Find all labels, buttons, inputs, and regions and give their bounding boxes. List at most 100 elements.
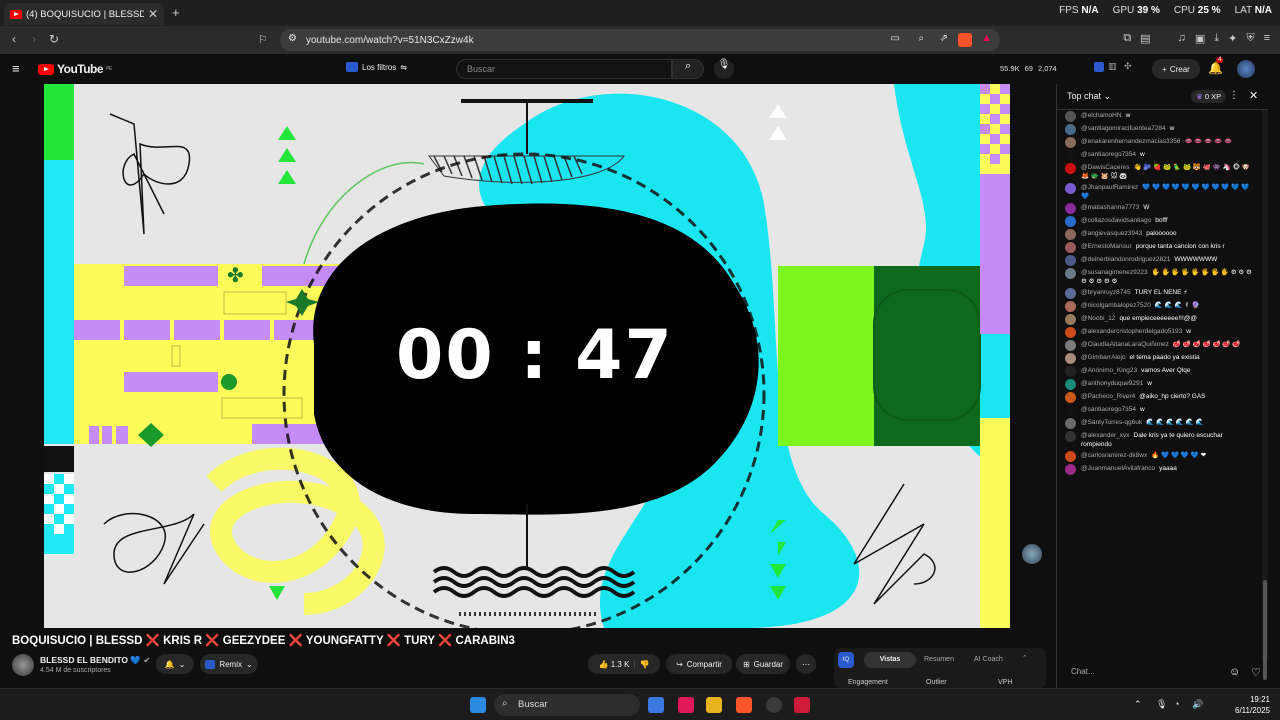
- voice-search-button[interactable]: 🎙: [714, 59, 734, 79]
- chat-message[interactable]: @anthonyduque9291 w: [1057, 378, 1261, 391]
- zoom-icon[interactable]: ⌕: [918, 33, 924, 44]
- chat-scrollbar[interactable]: [1262, 110, 1268, 680]
- chat-message[interactable]: @Noobi_12 que empieceeeeeee!!!@@: [1057, 313, 1261, 326]
- store-icon[interactable]: [648, 697, 664, 713]
- url-bar[interactable]: ⚙ youtube.com/watch?v=51N3CxZzw4k ▭ ⌕ ⇗ …: [280, 29, 1000, 51]
- xp-badge[interactable]: ♛ 0 XP: [1191, 90, 1227, 103]
- reload-icon[interactable]: ↻: [44, 32, 64, 46]
- chat-username[interactable]: @Noobi_12: [1081, 315, 1115, 322]
- extensions-icon[interactable]: ⧉: [1123, 32, 1131, 45]
- chat-avatar[interactable]: [1065, 183, 1076, 194]
- chat-username[interactable]: @ClaudiaAitanaLaraQuiñonez: [1081, 341, 1169, 348]
- close-tab-icon[interactable]: ✕: [148, 7, 158, 21]
- chat-username[interactable]: @JuanmanuelÁvilafranco: [1081, 465, 1155, 472]
- taskbar-search[interactable]: ⌕ Buscar: [494, 694, 640, 716]
- filters-button[interactable]: Los filtros ⇋: [346, 62, 407, 72]
- tab-ai-coach[interactable]: AI Coach: [974, 656, 1003, 663]
- chat-avatar[interactable]: [1065, 366, 1076, 377]
- music-icon[interactable]: ♫: [1178, 32, 1186, 45]
- chat-username[interactable]: @anthonyduque9291: [1081, 380, 1143, 387]
- chat-username[interactable]: @santiagomiracifuentea7284: [1081, 125, 1166, 132]
- chat-message[interactable]: @collazosdavidsantiago bofff: [1057, 215, 1261, 228]
- chat-avatar[interactable]: [1065, 327, 1076, 338]
- menu-icon[interactable]: ≡: [1264, 32, 1270, 45]
- chat-avatar[interactable]: [1065, 242, 1076, 253]
- file-explorer-icon[interactable]: [706, 697, 722, 713]
- chat-username[interactable]: @Pacheco_River4: [1081, 393, 1135, 400]
- download-icon[interactable]: ⤓: [1214, 32, 1219, 45]
- system-clock[interactable]: 19:21 6/11/2025: [1235, 694, 1270, 716]
- browser-tab[interactable]: (4) BOQUISUCIO | BLESSD ❌ ✕: [4, 3, 164, 25]
- chat-message[interactable]: @JhanpaulRamirez 💙 💙 💙 💙 💙 💙 💙 💙 💙 💙 💙 💙: [1057, 182, 1261, 202]
- chat-message[interactable]: @alexander_xvx Dale kris ya te quiero esc…: [1057, 430, 1261, 450]
- chat-message[interactable]: @Pacheco_River4 @aiko_hp cierto? GAS: [1057, 391, 1261, 404]
- sidebar-icon[interactable]: ▤: [1140, 32, 1150, 45]
- chat-message[interactable]: @GimbarrAlejo el tema paado ya existia: [1057, 352, 1261, 365]
- channel-name[interactable]: BLESSD EL BENDITO 💙 ✔: [40, 655, 150, 666]
- video-player[interactable]: ✤ 00: 47: [44, 84, 1010, 628]
- floating-avatar[interactable]: [1022, 544, 1042, 564]
- chat-message[interactable]: @carlosramirez-dk8wx 🔥 💙 💙 💙 💙 ❤: [1057, 450, 1261, 463]
- chat-avatar[interactable]: [1065, 229, 1076, 240]
- chat-username[interactable]: @deinerblandonrodriguez2821: [1081, 256, 1170, 263]
- chat-message[interactable]: @santiagomiracifuentea7284 w: [1057, 123, 1261, 136]
- chat-message[interactable]: @ErnestoMansur porque tanta cancion con k…: [1057, 241, 1261, 254]
- brave-browser-icon[interactable]: [736, 697, 752, 713]
- tiktok-icon[interactable]: [678, 697, 694, 713]
- chat-username[interactable]: @collazosdavidsantiago: [1081, 217, 1151, 224]
- chat-username[interactable]: @GimbarrAlejo: [1081, 354, 1126, 361]
- chat-username[interactable]: @matiashanna7773: [1081, 204, 1139, 211]
- chat-avatar[interactable]: [1065, 464, 1076, 475]
- search-button[interactable]: ⌕: [672, 59, 704, 79]
- chat-message[interactable]: @elchamoHN w: [1057, 110, 1261, 123]
- chat-username[interactable]: @JhanpaulRamirez: [1081, 184, 1138, 191]
- chat-avatar[interactable]: [1065, 301, 1076, 312]
- chat-avatar[interactable]: [1065, 405, 1076, 416]
- tab-vistas[interactable]: Vistas: [864, 652, 916, 668]
- cast-icon[interactable]: ▭: [891, 33, 900, 44]
- dislike-button[interactable]: 👎: [640, 660, 650, 669]
- heart-icon[interactable]: ♡: [1251, 666, 1261, 679]
- emoji-icon[interactable]: ☺: [1229, 666, 1240, 678]
- chat-username[interactable]: @santiaorego7354: [1081, 406, 1136, 413]
- tray-chevron-up-icon[interactable]: ⌃: [1134, 699, 1142, 710]
- stats-icon[interactable]: ▥: [1108, 61, 1117, 72]
- remix-button[interactable]: Remix ⌄: [200, 654, 258, 674]
- share-icon[interactable]: ⇗: [940, 33, 948, 44]
- chat-avatar[interactable]: [1065, 340, 1076, 351]
- chat-username[interactable]: @bryanruyz8745: [1081, 289, 1131, 296]
- chat-message[interactable]: @deinerblandonrodriguez2821 WWWWWWW: [1057, 254, 1261, 267]
- user-avatar[interactable]: [1237, 60, 1255, 78]
- chevron-up-icon[interactable]: ⌃: [1022, 654, 1028, 662]
- chat-username[interactable]: @santiaorego7354: [1081, 151, 1136, 158]
- chat-avatar[interactable]: [1065, 124, 1076, 135]
- hamburger-menu-icon[interactable]: ≡: [12, 61, 20, 76]
- chat-avatar[interactable]: [1065, 379, 1076, 390]
- chat-avatar[interactable]: [1065, 137, 1076, 148]
- chat-input[interactable]: Chat...: [1065, 662, 1225, 682]
- network-icon[interactable]: ◔: [1174, 699, 1179, 709]
- extension-icon[interactable]: ✣: [1124, 61, 1132, 72]
- chat-avatar[interactable]: [1065, 111, 1076, 122]
- chat-avatar[interactable]: [1065, 392, 1076, 403]
- brave-shield-icon[interactable]: [958, 33, 972, 47]
- mic-tray-icon[interactable]: 🎙: [1156, 699, 1167, 710]
- tubebuddy-icon[interactable]: [1094, 62, 1104, 72]
- chat-message[interactable]: @santiaorego7354 w: [1057, 404, 1261, 417]
- share-button[interactable]: ↪ Compartir: [666, 654, 732, 674]
- chat-username[interactable]: @ErnestoMansur: [1081, 243, 1132, 250]
- chat-message[interactable]: @angievasquez3943 paloooooo: [1057, 228, 1261, 241]
- wallet-icon[interactable]: ▣: [1195, 32, 1205, 45]
- brave-rewards-icon[interactable]: ▲: [981, 32, 992, 44]
- chat-message[interactable]: @susanagimenez9223 🖐 🖐 🖐 🖐 🖐 🖐 🖐 🖐 ⚙ ⚙ ⚙ …: [1057, 267, 1261, 287]
- app-icon[interactable]: [766, 697, 782, 713]
- chat-mode-selector[interactable]: Top chat ⌄: [1067, 91, 1111, 102]
- x-app-icon[interactable]: [794, 697, 810, 713]
- save-button[interactable]: ⊞ Guardar: [736, 654, 790, 674]
- chat-username[interactable]: @SantyTorres-qg6uk: [1081, 419, 1142, 426]
- windows-start-icon[interactable]: [470, 697, 486, 713]
- chat-avatar[interactable]: [1065, 288, 1076, 299]
- chat-message[interactable]: @SantyTorres-qg6uk 🌊 🌊 🌊 🌊 🌊 🌊: [1057, 417, 1261, 430]
- youtube-logo[interactable]: YouTube PE: [38, 62, 112, 76]
- like-button[interactable]: 👍 1.3 K: [599, 660, 630, 669]
